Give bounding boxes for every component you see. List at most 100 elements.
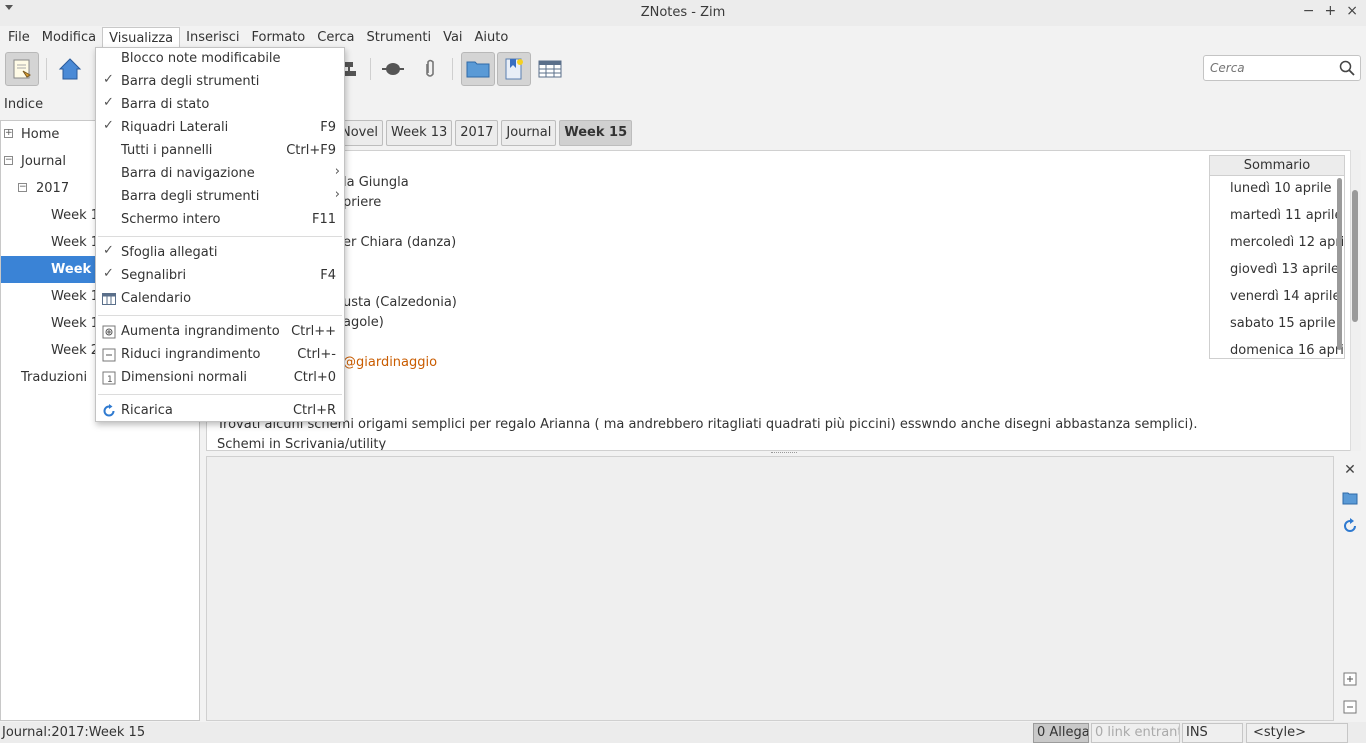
attachments-count-button[interactable]: 0 Allegati	[1033, 723, 1089, 743]
menu-formato[interactable]: Formato	[246, 27, 312, 47]
menu-item-tutti-pannelli[interactable]: Tutti i pannelli Ctrl+F9	[96, 140, 344, 163]
close-button[interactable]: ×	[1346, 3, 1358, 19]
edit-mode-toggle[interactable]	[5, 52, 39, 86]
toc-item[interactable]: domenica 16 aprile	[1230, 343, 1344, 358]
editor-line: Trovati alcuni schemi origami semplici p…	[217, 417, 1198, 432]
plug-icon	[382, 63, 404, 75]
page-editor[interactable]: la Giungla priere er Chiara (danza) usta…	[206, 150, 1361, 451]
menu-aiuto[interactable]: Aiuto	[469, 27, 515, 47]
search-icon[interactable]	[1339, 60, 1355, 76]
calendar-icon	[102, 293, 116, 305]
path-bar: Novel Week 13 2017 Journal Week 15	[300, 120, 633, 147]
collapse-icon[interactable]: −	[18, 183, 27, 192]
menu-modifica[interactable]: Modifica	[36, 27, 102, 47]
menu-item-barra-strumenti[interactable]: ✓ Barra degli strumenti	[96, 71, 344, 94]
check-icon: ✓	[103, 118, 114, 133]
home-button[interactable]	[53, 52, 87, 86]
menu-separator	[98, 236, 342, 237]
crumb-2017[interactable]: 2017	[455, 120, 499, 146]
editor-line: la Giungla	[343, 175, 409, 190]
minimize-button[interactable]: −	[1303, 3, 1315, 19]
menu-item-aumenta-ingrandimento[interactable]: Aumenta ingrandimento Ctrl++	[96, 321, 344, 344]
editor-line: Schemi in Scrivania/utility	[217, 437, 387, 451]
editor-line: agole)	[343, 315, 384, 330]
attachments-browser-toggle[interactable]	[461, 52, 495, 86]
attachments-side-toolbar: ✕	[1338, 456, 1362, 721]
menubar: File Modifica Visualizza Inserisci Forma…	[0, 26, 1366, 48]
submenu-arrow-icon: ›	[334, 164, 340, 179]
search-input[interactable]	[1210, 56, 1334, 80]
menu-item-sfoglia-allegati[interactable]: ✓ Sfoglia allegati	[96, 242, 344, 265]
editor-line: usta (Calzedonia)	[343, 295, 457, 310]
bookmarks-toggle[interactable]	[497, 52, 531, 86]
attach-button[interactable]	[413, 52, 447, 86]
zoom-in-icon[interactable]	[1340, 669, 1360, 689]
toc-title: Sommario	[1210, 156, 1344, 176]
toc-scrollbar[interactable]	[1337, 178, 1342, 350]
attachments-browser[interactable]	[206, 456, 1334, 721]
refresh-icon[interactable]	[1340, 516, 1360, 536]
menu-item-dimensioni-normali[interactable]: 1 Dimensioni normali Ctrl+0	[96, 367, 344, 390]
tree-item-label: 2017	[36, 181, 70, 196]
zoom-reset-icon: 1	[102, 371, 116, 385]
close-panel-icon[interactable]: ✕	[1340, 460, 1360, 480]
menu-item-ricarica[interactable]: Ricarica Ctrl+R	[96, 400, 344, 423]
table-of-contents: Sommario lunedì 10 aprile martedì 11 apr…	[1209, 155, 1345, 359]
tree-item-label: Traduzioni	[21, 370, 88, 385]
toc-item[interactable]: sabato 15 aprile	[1230, 316, 1336, 331]
toc-item[interactable]: mercoledì 12 aprile	[1230, 235, 1344, 250]
search-box[interactable]	[1203, 55, 1361, 81]
menu-item-barra-navigazione[interactable]: Barra di navigazione ›	[96, 163, 344, 186]
menu-item-riquadri-laterali[interactable]: ✓ Riquadri Laterali F9	[96, 117, 344, 140]
menu-strumenti[interactable]: Strumenti	[361, 27, 438, 47]
tag-link[interactable]: @giardinaggio	[343, 355, 437, 370]
menu-inserisci[interactable]: Inserisci	[180, 27, 245, 47]
menu-item-schermo-intero[interactable]: Schermo intero F11	[96, 209, 344, 232]
plugin-button[interactable]	[376, 52, 410, 86]
editor-line: er Chiara (danza)	[343, 235, 457, 250]
menu-item-riduci-ingrandimento[interactable]: Riduci ingrandimento Ctrl+-	[96, 344, 344, 367]
check-icon: ✓	[103, 266, 114, 281]
index-label: Indice	[4, 97, 44, 112]
paperclip-icon	[426, 59, 434, 77]
zoom-out-icon	[102, 348, 116, 362]
status-page-path: Journal:2017:Week 15	[2, 725, 146, 740]
collapse-icon[interactable]: −	[4, 156, 13, 165]
check-icon: ✓	[103, 72, 114, 87]
folder-icon	[466, 61, 490, 78]
expand-icon[interactable]: +	[4, 129, 13, 138]
pane-splitter[interactable]	[771, 452, 797, 455]
zoom-in-icon	[102, 325, 116, 339]
svg-text:1: 1	[107, 375, 113, 385]
window-controls: − + ×	[1303, 3, 1358, 19]
menu-file[interactable]: File	[2, 27, 36, 47]
menu-cerca[interactable]: Cerca	[311, 27, 360, 47]
menu-visualizza[interactable]: Visualizza	[102, 27, 181, 47]
toc-item[interactable]: martedì 11 aprile	[1230, 208, 1343, 223]
crumb-week13[interactable]: Week 13	[385, 120, 453, 146]
check-icon: ✓	[103, 95, 114, 110]
toc-item[interactable]: giovedì 13 aprile	[1230, 262, 1339, 277]
tree-item-label: Home	[21, 127, 60, 142]
zoom-out-icon[interactable]	[1340, 697, 1360, 717]
backlinks-button[interactable]: 0 link entranti...	[1091, 723, 1180, 743]
crumb-journal[interactable]: Journal	[501, 120, 557, 146]
style-selector[interactable]: <style>	[1246, 723, 1348, 743]
bookmark-page-icon	[505, 58, 523, 80]
menu-item-barra-stato[interactable]: ✓ Barra di stato	[96, 94, 344, 117]
editor-scrollbar[interactable]	[1352, 190, 1358, 322]
tree-item-label: Journal	[21, 154, 66, 169]
maximize-button[interactable]: +	[1325, 3, 1337, 19]
toc-item[interactable]: lunedì 10 aprile	[1230, 181, 1332, 196]
menu-item-barra-strumenti-sub[interactable]: Barra degli strumenti ›	[96, 186, 344, 209]
crumb-week15[interactable]: Week 15	[559, 120, 633, 146]
statusbar: Journal:2017:Week 15 0 Allegati 0 link e…	[0, 722, 1366, 743]
open-folder-icon[interactable]	[1340, 488, 1360, 508]
notebook-edit-icon	[13, 59, 31, 79]
menu-item-blocco-note-modificabile[interactable]: Blocco note modificabile	[96, 48, 344, 71]
calendar-button[interactable]	[533, 52, 567, 86]
menu-item-segnalibri[interactable]: ✓ Segnalibri F4	[96, 265, 344, 288]
toc-item[interactable]: venerdì 14 aprile	[1230, 289, 1341, 304]
menu-item-calendario[interactable]: Calendario	[96, 288, 344, 311]
menu-vai[interactable]: Vai	[437, 27, 468, 47]
